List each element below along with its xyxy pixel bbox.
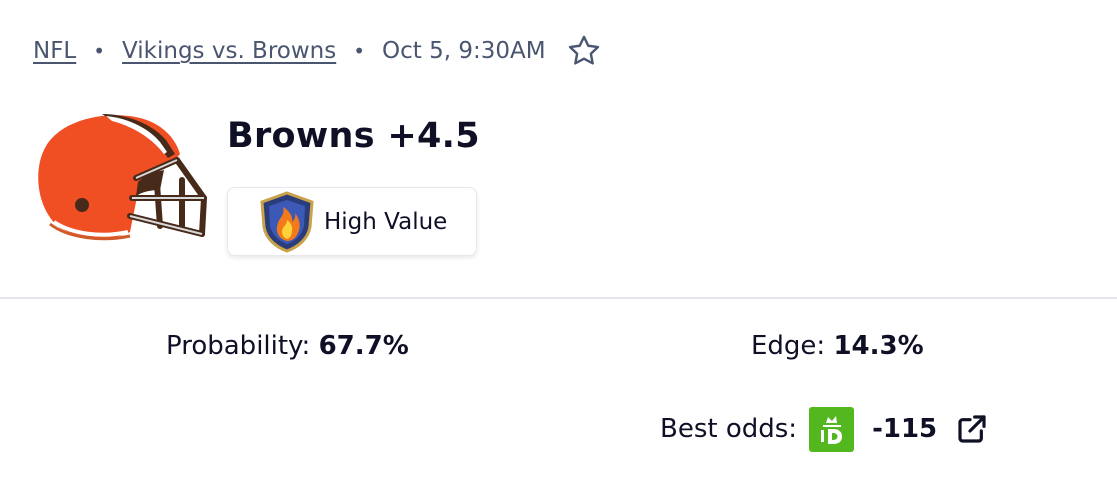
breadcrumb-matchup-link[interactable]: Vikings vs. Browns [122,38,336,64]
breadcrumb-league-link[interactable]: NFL [33,38,76,64]
high-value-badge: High Value [227,187,477,256]
best-odds-value: -115 [872,414,938,444]
badge-label: High Value [324,208,448,235]
browns-helmet-icon [38,114,207,241]
breadcrumb-separator: • [93,39,106,63]
breadcrumb-separator: • [353,39,366,63]
edge-value: 14.3% [833,331,924,361]
best-odds-label: Best odds: [660,414,798,444]
flame-shield-icon [260,190,314,253]
probability-value: 67.7% [318,331,409,361]
game-datetime: Oct 5, 9:30AM [382,38,546,64]
probability-stat: Probability: 67.7% [166,331,409,361]
edge-stat: Edge: 14.3% [751,331,924,361]
draftkings-logo-icon[interactable] [809,406,855,452]
divider [0,297,1117,299]
pick-card: NFL • Vikings vs. Browns • Oct 5, 9:30AM [0,0,1117,487]
best-odds-row: Best odds: -115 [660,406,989,452]
pick-title: Browns +4.5 [227,116,480,156]
external-link-icon[interactable] [955,412,989,446]
edge-label: Edge: [751,331,826,361]
breadcrumb: NFL • Vikings vs. Browns • Oct 5, 9:30AM [33,34,602,68]
probability-label: Probability: [166,331,311,361]
favorite-star-icon[interactable] [566,33,602,69]
